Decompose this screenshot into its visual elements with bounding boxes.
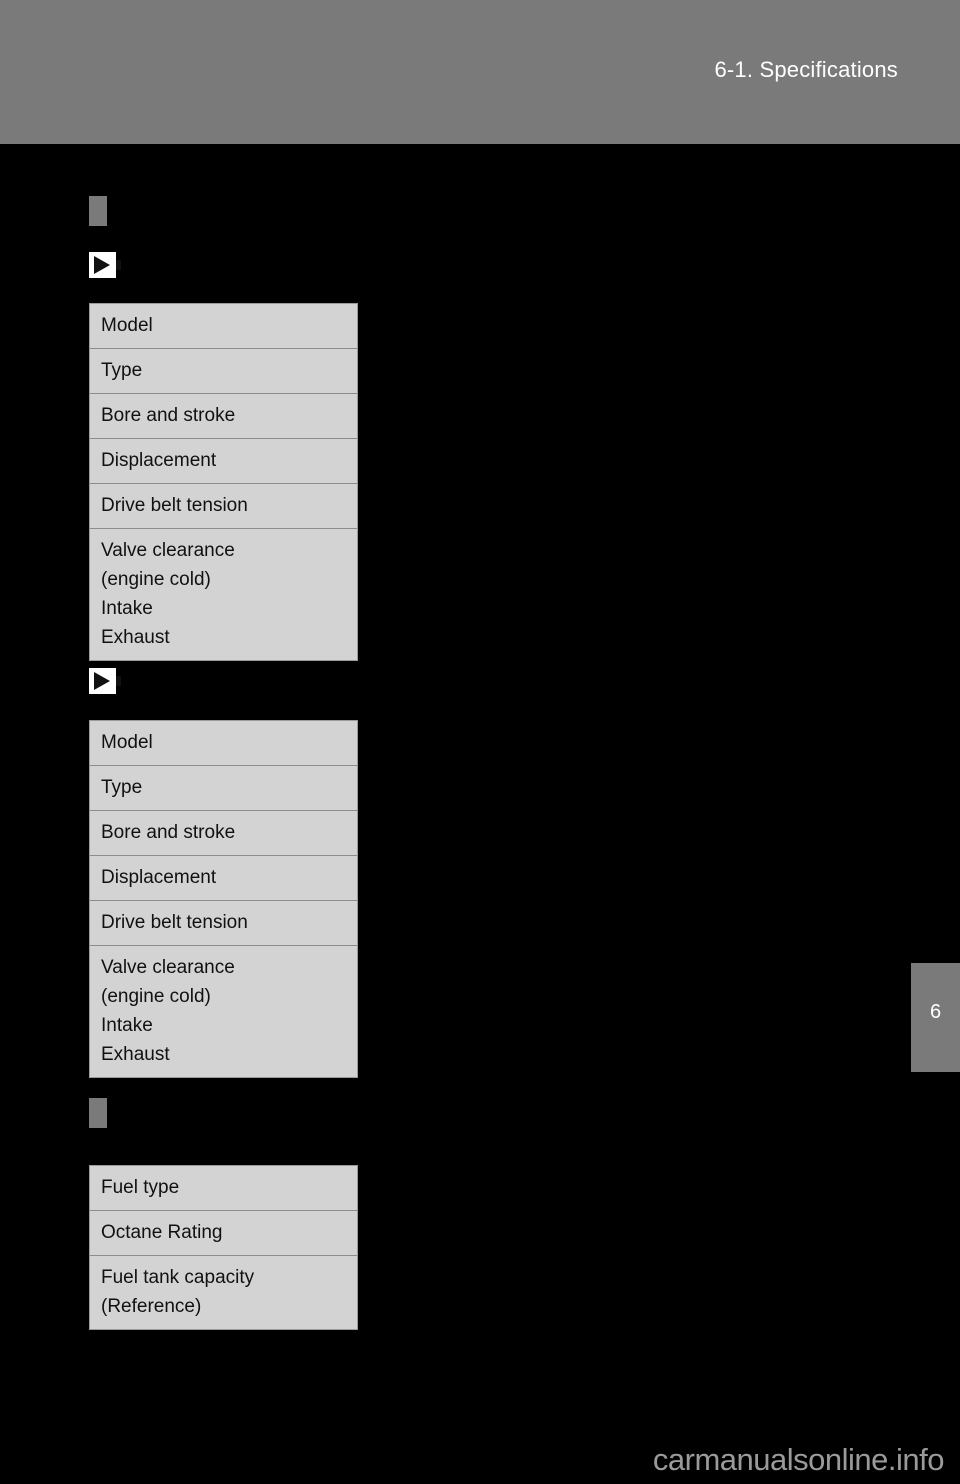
- spec-label: Valve clearance (engine cold): [101, 957, 235, 1007]
- site-watermark: carmanualsonline.info: [652, 1442, 945, 1477]
- table-row: Valve clearance (engine cold) Intake Exh…: [90, 946, 357, 1077]
- spec-sublabel-intake: Intake: [101, 598, 153, 619]
- spec-label: Fuel tank capacity (Reference): [101, 1267, 255, 1317]
- triangle-right-icon: [89, 668, 116, 694]
- section-marker-bar-icon: [89, 1098, 107, 1128]
- spec-label: Type: [101, 360, 143, 381]
- spec-label: Drive belt tension: [101, 495, 248, 516]
- table-row: Octane Rating: [90, 1211, 357, 1256]
- chapter-tab-number: 6: [929, 1001, 942, 1023]
- spec-label: Displacement: [101, 450, 217, 471]
- spec-label: Model: [101, 732, 153, 753]
- spec-label: Type: [101, 777, 143, 798]
- table-row: Drive belt tension: [90, 484, 357, 529]
- spec-sublabel-exhaust: Exhaust: [101, 1044, 170, 1065]
- spec-sublabel-intake: Intake: [101, 1015, 153, 1036]
- table-row: Bore and stroke: [90, 394, 357, 439]
- page-title: 6-1. Specifications: [714, 57, 898, 82]
- spec-label: Drive belt tension: [101, 912, 248, 933]
- spec-table-fuel: Fuel type Octane Rating Fuel tank capaci…: [89, 1165, 358, 1330]
- triangle-notch-icon: [116, 260, 121, 270]
- page-body: Model Type Bore and stroke Displacement …: [0, 144, 960, 1484]
- table-row: Valve clearance (engine cold) Intake Exh…: [90, 529, 357, 660]
- section-marker-bar-icon: [89, 196, 107, 226]
- spec-sublabel-exhaust: Exhaust: [101, 627, 170, 648]
- spec-table-engine-a: Model Type Bore and stroke Displacement …: [89, 303, 358, 661]
- table-row: Displacement: [90, 856, 357, 901]
- spec-label: Octane Rating: [101, 1222, 223, 1243]
- spec-label: Displacement: [101, 867, 217, 888]
- spec-label: Bore and stroke: [101, 405, 236, 426]
- table-row: Model: [90, 304, 357, 349]
- table-row: Drive belt tension: [90, 901, 357, 946]
- page-header-band: 6-1. Specifications: [0, 0, 960, 144]
- spec-label: Bore and stroke: [101, 822, 236, 843]
- table-row: Displacement: [90, 439, 357, 484]
- spec-label: Fuel type: [101, 1177, 180, 1198]
- table-row: Type: [90, 349, 357, 394]
- triangle-right-icon: [89, 252, 116, 278]
- spec-table-engine-b: Model Type Bore and stroke Displacement …: [89, 720, 358, 1078]
- table-row: Type: [90, 766, 357, 811]
- table-row: Bore and stroke: [90, 811, 357, 856]
- spec-label: Valve clearance (engine cold): [101, 540, 235, 590]
- table-row: Model: [90, 721, 357, 766]
- table-row: Fuel tank capacity (Reference): [90, 1256, 357, 1329]
- chapter-tab: 6: [911, 963, 960, 1072]
- table-row: Fuel type: [90, 1166, 357, 1211]
- triangle-notch-icon: [116, 676, 121, 686]
- spec-label: Model: [101, 315, 153, 336]
